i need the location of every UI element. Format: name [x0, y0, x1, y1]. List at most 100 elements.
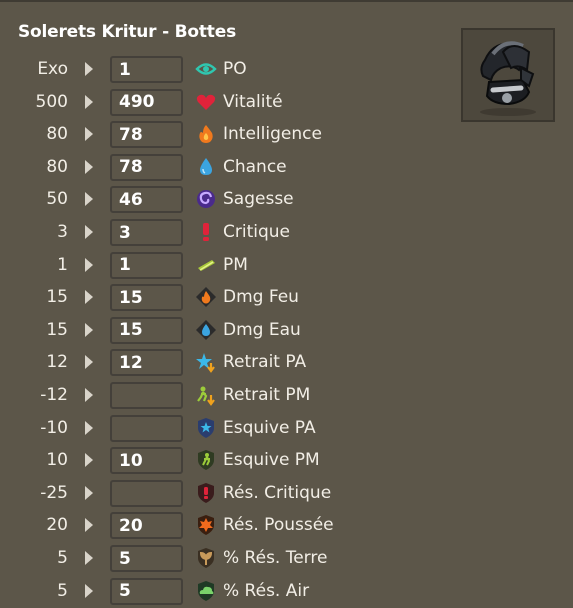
fire-icon	[195, 123, 217, 145]
movement-point-icon	[195, 254, 217, 276]
stat-value-input[interactable]	[110, 219, 183, 246]
air-resistance-icon	[195, 580, 217, 602]
water-drop-icon	[195, 156, 217, 178]
stat-base-value: 5	[57, 580, 68, 601]
stat-label: Vitalité	[223, 91, 283, 112]
stat-value-input[interactable]	[110, 349, 183, 377]
stat-value-input[interactable]	[110, 512, 183, 540]
stat-label: Rés. Poussée	[223, 515, 334, 536]
water-damage-icon	[195, 319, 217, 341]
apply-arrow-button[interactable]	[85, 290, 93, 305]
stat-row: 12 Retrait PA	[0, 347, 573, 377]
stat-value-input[interactable]	[110, 121, 183, 149]
stat-row: -12 Retrait PM	[0, 380, 573, 410]
stat-base-value: 15	[46, 287, 68, 308]
stat-row: -10 Esquive PA	[0, 413, 573, 443]
stat-label: Esquive PM	[223, 450, 320, 471]
stat-value-input[interactable]	[110, 316, 183, 344]
stat-value-input[interactable]	[110, 479, 183, 507]
stat-base-value: -25	[40, 482, 68, 503]
stat-base-value: 50	[46, 189, 68, 210]
stat-value-input[interactable]	[110, 251, 183, 279]
item-title: Solerets Kritur - Bottes	[18, 22, 236, 42]
ap-removal-icon	[195, 351, 217, 374]
stat-label: PO	[223, 59, 247, 79]
stat-label: Critique	[223, 222, 290, 242]
stat-base-value: 20	[46, 515, 68, 536]
stat-label: Retrait PA	[223, 352, 307, 373]
apply-arrow-button[interactable]	[85, 518, 93, 533]
apply-arrow-button[interactable]	[85, 355, 93, 370]
stat-base-value: 500	[35, 91, 68, 112]
stat-value-input[interactable]	[110, 382, 183, 409]
apply-arrow-button[interactable]	[85, 94, 93, 109]
stat-label: % Rés. Air	[223, 580, 310, 601]
stat-label: Esquive PA	[223, 417, 316, 438]
stat-value-input[interactable]	[110, 577, 183, 605]
heart-icon	[195, 91, 217, 113]
top-border	[0, 0, 573, 2]
stat-label: Chance	[223, 156, 287, 177]
apply-arrow-button[interactable]	[85, 388, 93, 402]
stat-value-input[interactable]	[110, 56, 183, 83]
stat-row: 10 Esquive PM	[0, 445, 573, 475]
stat-label: Rés. Critique	[223, 482, 332, 503]
stat-base-value: 5	[57, 548, 68, 568]
stat-base-value: 12	[46, 352, 68, 373]
stat-row: 15 Dmg Feu	[0, 282, 573, 312]
apply-arrow-button[interactable]	[85, 257, 93, 272]
stat-row: 500 Vitalité	[0, 87, 573, 117]
exclamation-icon	[195, 221, 217, 243]
stat-base-value: 15	[46, 319, 68, 340]
stat-label: PM	[223, 254, 248, 275]
mp-dodge-icon	[195, 449, 217, 471]
stat-row: -25 Rés. Critique	[0, 478, 573, 508]
eye-icon	[195, 58, 217, 80]
apply-arrow-button[interactable]	[85, 192, 93, 207]
stat-label: Dmg Eau	[223, 319, 301, 340]
stat-row: 3 Critique	[0, 217, 573, 247]
mp-removal-icon	[195, 384, 217, 406]
apply-arrow-button[interactable]	[85, 127, 93, 142]
stat-base-value: 10	[46, 450, 68, 471]
stat-base-value: 3	[57, 222, 68, 242]
pushback-resistance-icon	[195, 514, 217, 536]
stat-row: 50 Sagesse	[0, 184, 573, 214]
ap-dodge-icon	[195, 417, 217, 439]
stat-value-input[interactable]	[110, 88, 183, 116]
stat-base-value: 80	[46, 124, 68, 145]
stat-row: 80 Chance	[0, 152, 573, 182]
apply-arrow-button[interactable]	[85, 583, 93, 598]
stat-label: Retrait PM	[223, 385, 311, 405]
apply-arrow-button[interactable]	[85, 485, 93, 500]
apply-arrow-button[interactable]	[85, 453, 93, 468]
stat-row: 15 Dmg Eau	[0, 315, 573, 345]
stat-label: Dmg Feu	[223, 287, 299, 308]
apply-arrow-button[interactable]	[85, 420, 93, 435]
stat-row: 5 % Rés. Air	[0, 576, 573, 606]
stat-label: Sagesse	[223, 189, 294, 210]
stat-label: Intelligence	[223, 124, 322, 145]
stat-base-value: 80	[46, 156, 68, 177]
stat-row: 1 PM	[0, 250, 573, 280]
apply-arrow-button[interactable]	[85, 551, 93, 565]
critical-resistance-icon	[195, 482, 217, 504]
apply-arrow-button[interactable]	[85, 322, 93, 337]
apply-arrow-button[interactable]	[85, 62, 93, 76]
wisdom-swirl-icon	[195, 188, 217, 210]
stat-base-value: -10	[40, 417, 68, 438]
stat-value-input[interactable]	[110, 284, 183, 312]
stat-base-value: Exo	[37, 59, 68, 79]
stat-value-input[interactable]	[110, 545, 183, 572]
apply-arrow-button[interactable]	[85, 225, 93, 239]
earth-resistance-icon	[195, 547, 217, 569]
stat-row: 5 % Rés. Terre	[0, 543, 573, 573]
stat-value-input[interactable]	[110, 153, 183, 181]
apply-arrow-button[interactable]	[85, 159, 93, 174]
stat-value-input[interactable]	[110, 414, 183, 442]
stat-label: % Rés. Terre	[223, 548, 328, 568]
stat-value-input[interactable]	[110, 447, 183, 475]
stat-base-value: -12	[40, 385, 68, 405]
stat-value-input[interactable]	[110, 186, 183, 214]
stat-row: 80 Intelligence	[0, 119, 573, 149]
